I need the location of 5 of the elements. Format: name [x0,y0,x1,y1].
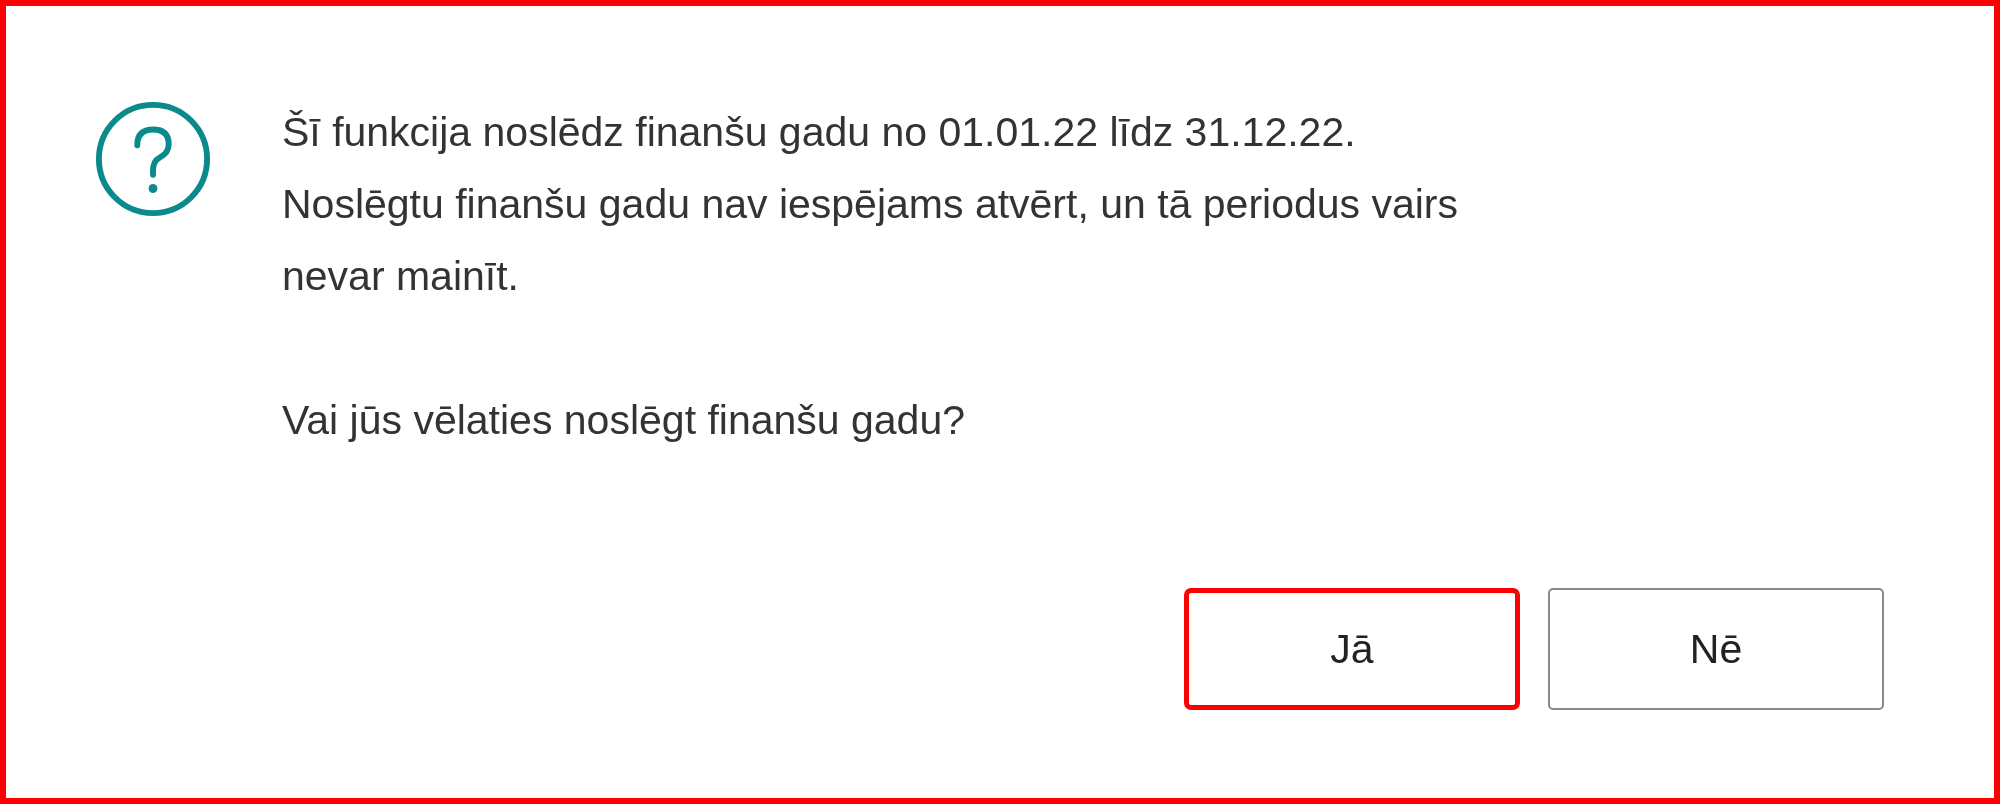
no-button[interactable]: Nē [1548,588,1884,710]
question-icon [94,100,212,218]
yes-button[interactable]: Jā [1184,588,1520,710]
message-text: Šī funkcija noslēdz finanšu gadu no 01.01.22 līdz 31.12.22. Noslēgtu finanšu gadu nav iespējams atvērt, un tā periodus vairs nevar mainīt. [282,108,1458,301]
question-text: Vai jūs vēlaties noslēgt finanšu gadu? [282,396,967,445]
